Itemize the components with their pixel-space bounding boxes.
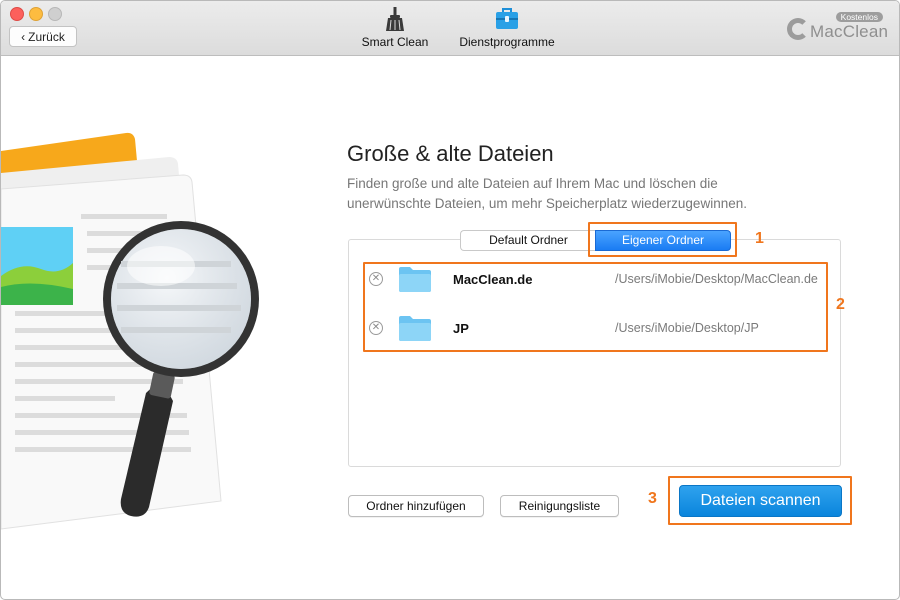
page-title: Große & alte Dateien <box>347 141 554 166</box>
app-window: ‹ Zurück Smart Clean Dienstprogramme Kost… <box>0 0 900 600</box>
annotation-number-3: 3 <box>648 490 657 507</box>
annotation-number-2: 2 <box>836 296 845 313</box>
back-button[interactable]: ‹ Zurück <box>9 26 77 47</box>
highlight-box-3 <box>668 476 852 525</box>
highlight-box-2 <box>363 262 828 352</box>
annotation-number-1: 1 <box>755 230 764 247</box>
clean-list-button[interactable]: Reinigungsliste <box>500 495 619 517</box>
toolbox-icon <box>496 8 518 29</box>
magnifier-documents-illustration <box>1 132 259 530</box>
titlebar: ‹ Zurück Smart Clean Dienstprogramme Kost… <box>1 1 899 56</box>
tab-smart-clean-label: Smart Clean <box>361 35 429 49</box>
free-badge: Kostenlos <box>835 12 883 22</box>
chevron-left-icon: ‹ <box>21 30 26 44</box>
tab-default-folder[interactable]: Default Ordner <box>460 230 596 251</box>
tab-smart-clean[interactable]: Smart Clean <box>358 5 432 51</box>
minimize-window-button[interactable] <box>29 7 43 21</box>
highlight-box-1 <box>588 222 737 257</box>
zoom-window-button[interactable] <box>48 7 62 21</box>
broom-icon <box>386 7 404 31</box>
close-window-button[interactable] <box>10 7 24 21</box>
back-button-label: Zurück <box>28 30 65 44</box>
tab-dienstprogramme-label: Dienstprogramme <box>459 35 555 49</box>
page-description: Finden große und alte Dateien auf Ihrem … <box>347 176 747 211</box>
macclean-logo-icon <box>787 18 809 40</box>
brand-name: MacClean <box>810 22 889 41</box>
add-folder-button[interactable]: Ordner hinzufügen <box>348 495 484 517</box>
brand-logo: Kostenlos MacClean <box>787 11 891 49</box>
tab-dienstprogramme[interactable]: Dienstprogramme <box>455 5 559 51</box>
